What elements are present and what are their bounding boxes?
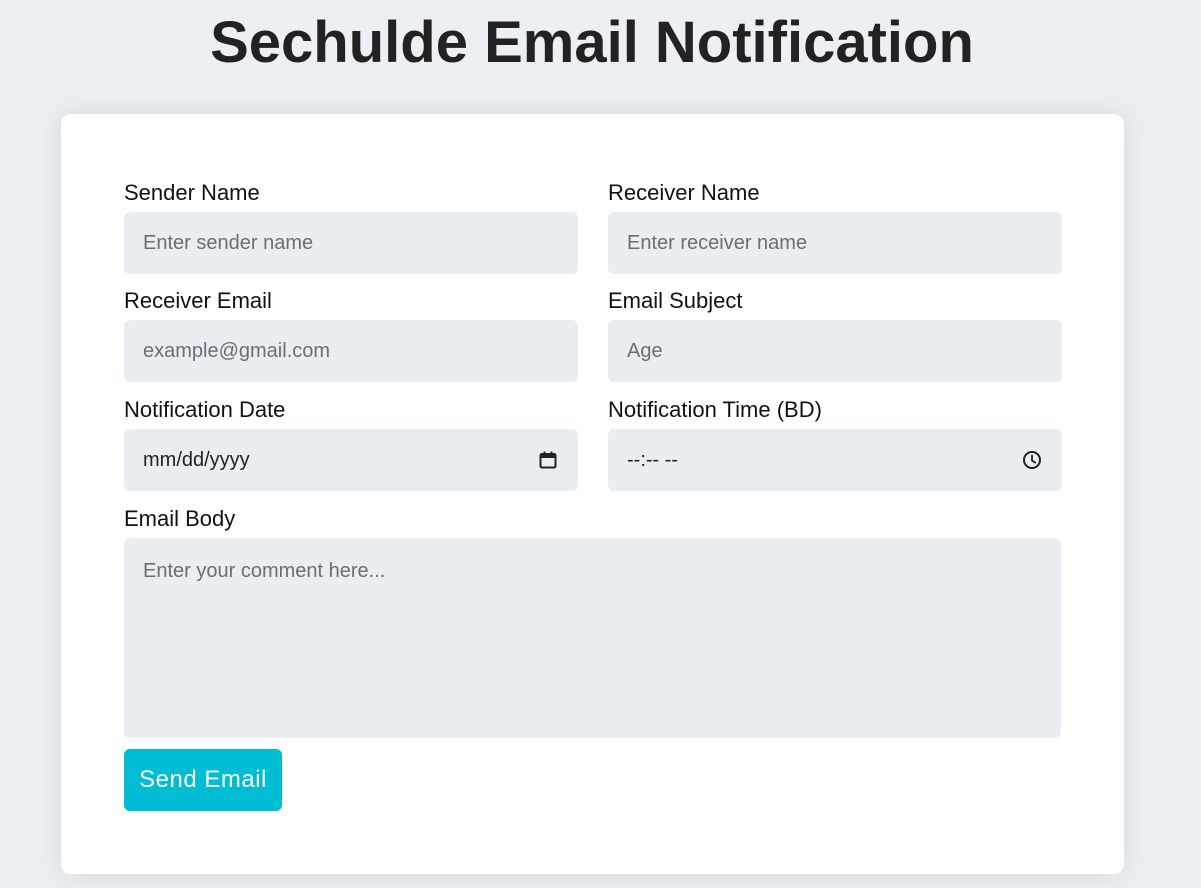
notification-date-label: Notification Date xyxy=(124,397,286,422)
email-subject-placeholder: Age xyxy=(627,339,663,362)
receiver-email-label: Receiver Email xyxy=(124,288,272,313)
notification-time-label: Notification Time (BD) xyxy=(608,397,822,422)
sender-name-input[interactable]: Enter sender name xyxy=(124,212,578,274)
receiver-email-input[interactable]: example@gmail.com xyxy=(124,320,578,382)
receiver-name-placeholder: Enter receiver name xyxy=(627,231,808,254)
form-card: Sender Name Enter sender name Receiver N… xyxy=(61,114,1124,874)
email-body-label: Email Body xyxy=(124,506,236,531)
notification-date-field: Notification Date mm/dd/yyyy xyxy=(124,397,578,491)
receiver-name-label: Receiver Name xyxy=(608,180,760,205)
page-title: Sechulde Email Notification xyxy=(210,10,974,75)
receiver-email-placeholder: example@gmail.com xyxy=(143,339,331,362)
email-subject-label: Email Subject xyxy=(608,288,743,313)
sender-name-placeholder: Enter sender name xyxy=(143,231,314,254)
email-subject-input[interactable]: Age xyxy=(608,320,1062,382)
email-subject-field: Email Subject Age xyxy=(608,288,1062,382)
receiver-name-input[interactable]: Enter receiver name xyxy=(608,212,1062,274)
send-email-button[interactable]: Send Email xyxy=(124,749,282,811)
calendar-icon[interactable] xyxy=(537,449,559,471)
email-body-field: Email Body Enter your comment here... xyxy=(124,506,1061,738)
notification-time-placeholder: --:-- -- xyxy=(627,448,679,471)
notification-time-field: Notification Time (BD) --:-- -- xyxy=(608,397,1062,491)
sender-name-label: Sender Name xyxy=(124,180,260,205)
email-body-placeholder: Enter your comment here... xyxy=(143,560,386,582)
sender-name-field: Sender Name Enter sender name xyxy=(124,180,578,274)
receiver-name-field: Receiver Name Enter receiver name xyxy=(608,180,1062,274)
receiver-email-field: Receiver Email example@gmail.com xyxy=(124,288,578,382)
clock-icon[interactable] xyxy=(1021,449,1043,471)
notification-date-placeholder: mm/dd/yyyy xyxy=(143,448,250,471)
notification-time-input[interactable]: --:-- -- xyxy=(608,429,1062,491)
email-body-textarea[interactable]: Enter your comment here... xyxy=(124,538,1061,738)
notification-date-input[interactable]: mm/dd/yyyy xyxy=(124,429,578,491)
